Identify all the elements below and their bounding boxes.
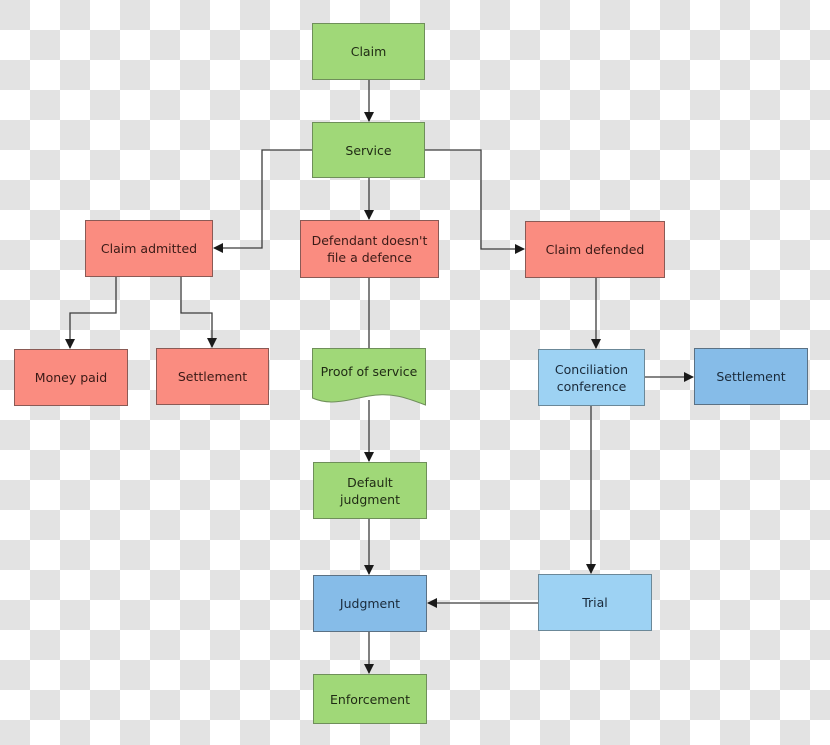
node-label: Judgment	[339, 596, 401, 611]
edge-service-claim-admitted	[213, 149, 312, 253]
node-label: Defendant doesn't file a defence	[311, 233, 428, 265]
edge-claim-admitted-settlement	[180, 277, 217, 348]
node-label: Money paid	[34, 370, 108, 385]
node-settlement-right[interactable]: Settlement	[694, 348, 808, 405]
node-label: Settlement	[177, 369, 248, 384]
node-label: Default judgment	[340, 474, 400, 507]
node-label: Trial	[582, 595, 608, 610]
node-defendant-no-defence[interactable]: Defendant doesn't file a defence	[300, 220, 439, 278]
node-label: Service	[345, 142, 392, 158]
node-settlement-left[interactable]: Settlement	[156, 348, 269, 405]
node-judgment[interactable]: Judgment	[313, 575, 427, 632]
node-label: Claim defended	[545, 242, 645, 257]
node-label: Conciliation conference	[554, 361, 629, 394]
node-default-judgment[interactable]: Default judgment	[313, 462, 427, 519]
node-money-paid[interactable]: Money paid	[14, 349, 128, 406]
node-label: Settlement	[716, 369, 786, 384]
node-label: Claim admitted	[100, 241, 198, 256]
node-enforcement[interactable]: Enforcement	[313, 674, 427, 724]
node-service[interactable]: Service	[312, 122, 425, 178]
node-trial[interactable]: Trial	[538, 574, 652, 631]
node-conciliation-conference[interactable]: Conciliation conference	[538, 349, 645, 406]
node-label: Claim	[350, 44, 387, 59]
node-claim-admitted[interactable]: Claim admitted	[85, 220, 213, 277]
edge-claim-admitted-money-paid	[65, 277, 117, 349]
node-claim-defended[interactable]: Claim defended	[525, 221, 665, 278]
node-claim[interactable]: Claim	[312, 23, 425, 80]
node-label: Proof of service	[320, 363, 418, 379]
node-label: Enforcement	[330, 691, 410, 707]
edge-service-claim-defended	[425, 149, 525, 254]
node-proof-of-service[interactable]: Proof of service	[312, 348, 426, 406]
